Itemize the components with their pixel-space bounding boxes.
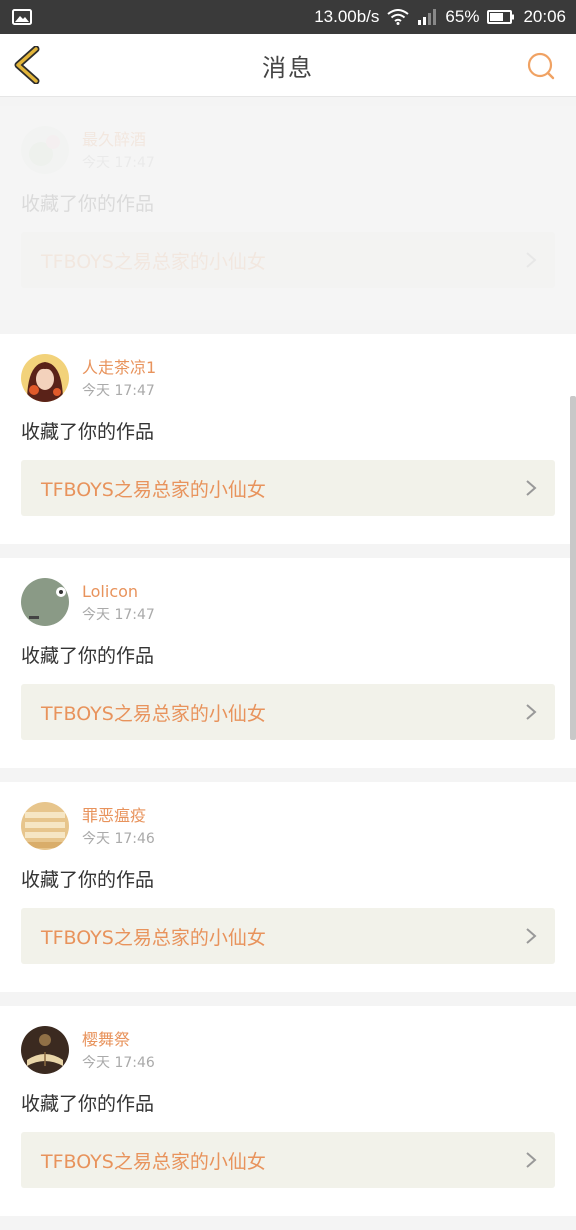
- username[interactable]: 罪恶瘟疫: [82, 806, 155, 826]
- app-header: 消息: [0, 34, 576, 97]
- clock: 20:06: [523, 7, 566, 26]
- username[interactable]: Lolicon: [82, 582, 155, 602]
- status-bar: 13.00b/s 65% 20:06: [0, 0, 576, 34]
- chevron-right-icon: [526, 928, 537, 944]
- action-text: 收藏了你的作品: [21, 193, 155, 215]
- message-card: Lolicon 今天 17:47 收藏了你的作品 TFBOYS之易总家的小仙女: [0, 558, 576, 768]
- scrollbar[interactable]: [570, 396, 576, 740]
- avatar[interactable]: [21, 802, 69, 850]
- message-list: 最久醉酒 今天 17:47 收藏了你的作品 TFBOYS之易总家的小仙女 人走茶…: [0, 106, 576, 1230]
- username[interactable]: 人走茶凉1: [82, 358, 156, 378]
- work-link[interactable]: TFBOYS之易总家的小仙女: [21, 1132, 555, 1188]
- message-card: 最久醉酒 今天 17:47 收藏了你的作品 TFBOYS之易总家的小仙女: [0, 106, 576, 320]
- work-link[interactable]: TFBOYS之易总家的小仙女: [21, 684, 555, 740]
- avatar[interactable]: [21, 126, 69, 174]
- back-button[interactable]: [12, 45, 46, 85]
- chevron-left-icon: [14, 45, 40, 85]
- avatar[interactable]: [21, 354, 69, 402]
- work-title: TFBOYS之易总家的小仙女: [41, 702, 266, 725]
- username[interactable]: 樱舞祭: [82, 1030, 155, 1050]
- message-card: 罪恶瘟疫 今天 17:46 收藏了你的作品 TFBOYS之易总家的小仙女: [0, 782, 576, 992]
- avatar[interactable]: [21, 1026, 69, 1074]
- wifi-icon: [387, 9, 410, 25]
- chevron-right-icon: [526, 1152, 537, 1168]
- work-title: TFBOYS之易总家的小仙女: [41, 926, 266, 949]
- username[interactable]: 最久醉酒: [82, 130, 155, 150]
- message-card: 樱舞祭 今天 17:46 收藏了你的作品 TFBOYS之易总家的小仙女: [0, 1006, 576, 1216]
- work-title: TFBOYS之易总家的小仙女: [41, 478, 266, 501]
- signal-icon: [417, 9, 437, 25]
- work-title: TFBOYS之易总家的小仙女: [41, 1150, 266, 1173]
- search-icon: [527, 52, 555, 80]
- chevron-right-icon: [526, 704, 537, 720]
- search-button[interactable]: [526, 51, 556, 81]
- chevron-right-icon: [526, 252, 537, 268]
- timestamp: 今天 17:46: [82, 1055, 155, 1071]
- work-link[interactable]: TFBOYS之易总家的小仙女: [21, 908, 555, 964]
- action-text: 收藏了你的作品: [21, 421, 155, 443]
- network-speed: 13.00b/s: [314, 7, 380, 26]
- work-link[interactable]: TFBOYS之易总家的小仙女: [21, 232, 555, 288]
- page-title: 消息: [262, 53, 314, 82]
- timestamp: 今天 17:47: [82, 607, 155, 623]
- battery-percent: 65%: [445, 7, 480, 26]
- timestamp: 今天 17:47: [82, 155, 155, 171]
- action-text: 收藏了你的作品: [21, 869, 155, 891]
- avatar[interactable]: [21, 578, 69, 626]
- action-text: 收藏了你的作品: [21, 645, 155, 667]
- action-text: 收藏了你的作品: [21, 1093, 155, 1115]
- message-card: 人走茶凉1 今天 17:47 收藏了你的作品 TFBOYS之易总家的小仙女: [0, 334, 576, 544]
- timestamp: 今天 17:46: [82, 831, 155, 847]
- battery-icon: [487, 9, 515, 25]
- image-icon: [12, 9, 32, 25]
- chevron-right-icon: [526, 480, 537, 496]
- work-title: TFBOYS之易总家的小仙女: [41, 250, 266, 273]
- timestamp: 今天 17:47: [82, 383, 155, 399]
- work-link[interactable]: TFBOYS之易总家的小仙女: [21, 460, 555, 516]
